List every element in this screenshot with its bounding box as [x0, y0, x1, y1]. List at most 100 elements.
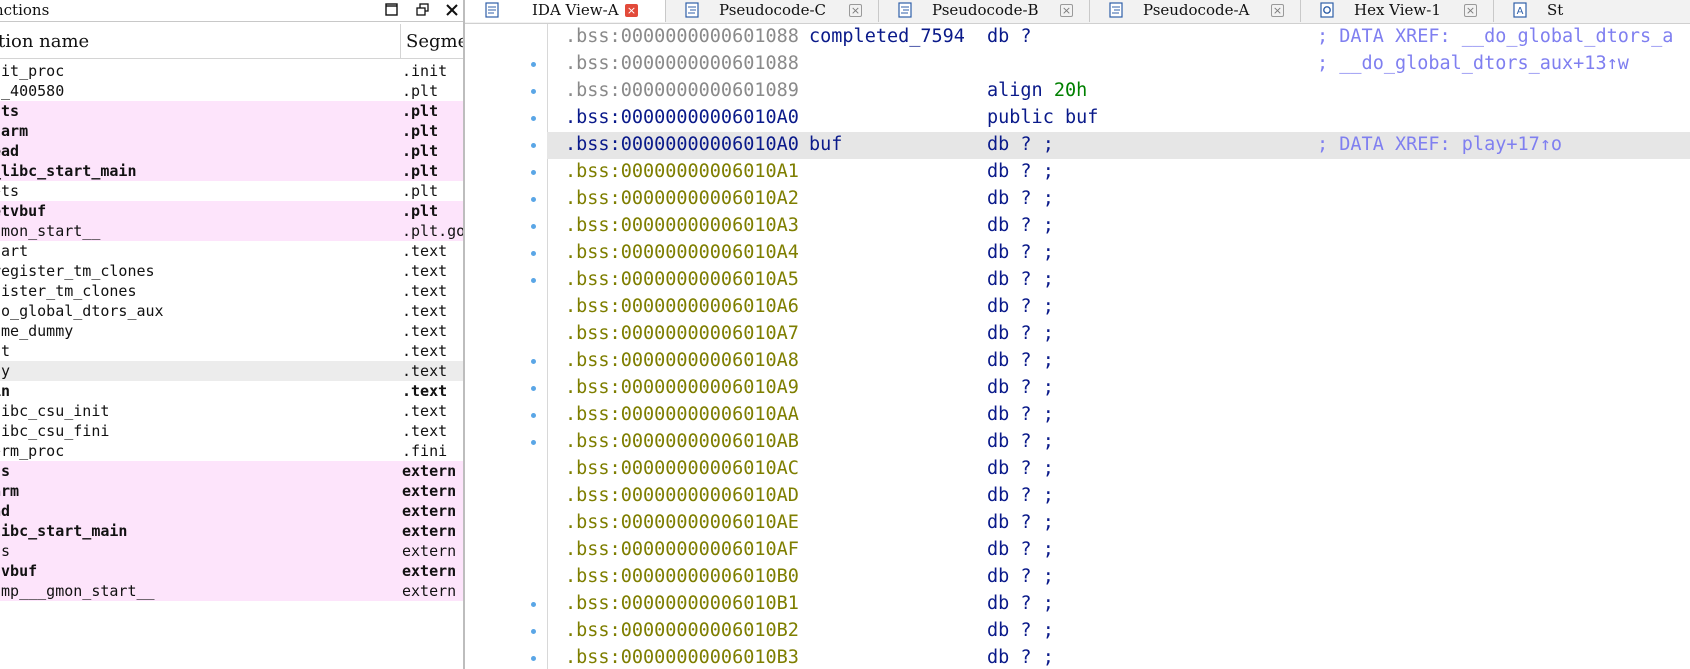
- code-line[interactable]: .bss:00000000006010B1 db ? ;: [547, 591, 1690, 618]
- function-segment: extern: [402, 562, 457, 580]
- code-line[interactable]: .bss:00000000006010A8 db ? ;: [547, 348, 1690, 375]
- close-tab-icon[interactable]: ×: [1464, 4, 1477, 17]
- function-row[interactable]: gmon_start__ .plt.go: [0, 221, 463, 241]
- code-line[interactable]: .bss:00000000006010A7 db ? ;: [547, 321, 1690, 348]
- function-row[interactable]: erm_proc .fini: [0, 441, 463, 461]
- close-icon[interactable]: [442, 0, 462, 20]
- code-address: .bss:00000000006010AC: [565, 458, 799, 479]
- code-address: .bss:00000000006010A2: [565, 188, 799, 209]
- functions-titlebar: nctions: [0, 0, 463, 22]
- function-row[interactable]: ay .text: [0, 361, 463, 381]
- function-name: tvbuf: [0, 562, 38, 580]
- function-row[interactable]: etvbuf .plt: [0, 201, 463, 221]
- code-label[interactable]: completed_7594: [809, 26, 965, 47]
- function-segment: .text: [402, 262, 448, 280]
- gutter-dot: [531, 413, 536, 418]
- tab-label: St: [1547, 1, 1564, 19]
- function-row[interactable]: libc_start_main extern: [0, 521, 463, 541]
- code-line[interactable]: .bss:0000000000601089 align 20h: [547, 78, 1690, 105]
- function-row[interactable]: tart .text: [0, 241, 463, 261]
- function-row[interactable]: uts .plt: [0, 101, 463, 121]
- code-line[interactable]: .bss:00000000006010A0 buf db ? ; ; DATA XRE…: [547, 132, 1690, 159]
- close-tab-icon[interactable]: ×: [1060, 4, 1073, 17]
- function-segment: .text: [402, 322, 448, 340]
- function-row[interactable]: libc_csu_init .text: [0, 401, 463, 421]
- code-instruction: public buf: [987, 107, 1099, 128]
- restore-icon[interactable]: [382, 0, 402, 20]
- strings-icon: A: [1513, 2, 1527, 18]
- code-instruction: db ? ;: [987, 566, 1054, 587]
- ida-view-a[interactable]: .bss:0000000000601088 completed_7594 db ?;…: [465, 24, 1690, 669]
- function-row[interactable]: gister_tm_clones .text: [0, 281, 463, 301]
- disassembly-listing[interactable]: .bss:0000000000601088 completed_7594 db ?;…: [547, 24, 1690, 669]
- function-row[interactable]: ts extern: [0, 541, 463, 561]
- code-instruction: db ? ;: [987, 323, 1054, 344]
- code-line[interactable]: .bss:00000000006010AF db ? ;: [547, 537, 1690, 564]
- close-tab-icon[interactable]: ×: [849, 4, 862, 17]
- tab-label: Pseudocode-B: [932, 1, 1039, 19]
- code-comment[interactable]: ; DATA XREF: play+17↑o: [1317, 134, 1562, 155]
- function-row[interactable]: imp___gmon_start__ extern: [0, 581, 463, 601]
- code-line[interactable]: .bss:00000000006010A4 db ? ;: [547, 240, 1690, 267]
- function-name: do_global_dtors_aux: [0, 302, 164, 320]
- tab-st[interactable]: A St: [1493, 0, 1690, 22]
- function-row[interactable]: arm extern: [0, 481, 463, 501]
- code-comment[interactable]: ; DATA XREF: __do_global_dtors_a: [1317, 26, 1673, 47]
- function-row[interactable]: libc_csu_fini .text: [0, 421, 463, 441]
- function-name: etvbuf: [0, 202, 47, 220]
- function-row[interactable]: ets .plt: [0, 181, 463, 201]
- column-divider[interactable]: [400, 24, 401, 58]
- code-line[interactable]: .bss:00000000006010A6 db ? ;: [547, 294, 1690, 321]
- tab-pseudocode-c[interactable]: Pseudocode-C ×: [665, 0, 879, 22]
- function-row[interactable]: larm .plt: [0, 121, 463, 141]
- function-row[interactable]: ead .plt: [0, 141, 463, 161]
- column-segment[interactable]: Segme: [406, 31, 463, 52]
- code-instruction: db ? ;: [987, 161, 1054, 182]
- tab-ida-view-a[interactable]: IDA View-A ×: [465, 0, 666, 22]
- code-line[interactable]: .bss:00000000006010A2 db ? ;: [547, 186, 1690, 213]
- tab-hex-view-1[interactable]: Hex View-1 ×: [1300, 0, 1494, 22]
- code-line[interactable]: .bss:00000000006010A1 db ? ;: [547, 159, 1690, 186]
- close-tab-icon[interactable]: ×: [1271, 4, 1284, 17]
- function-row[interactable]: in .text: [0, 381, 463, 401]
- function-row[interactable]: register_tm_clones .text: [0, 261, 463, 281]
- code-line[interactable]: .bss:00000000006010A3 db ? ;: [547, 213, 1690, 240]
- code-line[interactable]: .bss:00000000006010B0 db ? ;: [547, 564, 1690, 591]
- code-instruction: db ? ;: [987, 269, 1054, 290]
- code-line[interactable]: .bss:00000000006010AC db ? ;: [547, 456, 1690, 483]
- code-line[interactable]: .bss:0000000000601088 ; __do_global_dtors…: [547, 51, 1690, 78]
- code-address: .bss:00000000006010A3: [565, 215, 799, 236]
- code-line[interactable]: .bss:00000000006010B2 db ? ;: [547, 618, 1690, 645]
- tab-pseudocode-a[interactable]: Pseudocode-A ×: [1089, 0, 1301, 22]
- code-comment[interactable]: ; __do_global_dtors_aux+13↑w: [1317, 53, 1629, 74]
- code-line[interactable]: .bss:00000000006010A9 db ? ;: [547, 375, 1690, 402]
- function-row[interactable]: _libc_start_main .plt: [0, 161, 463, 181]
- tab-pseudocode-b[interactable]: Pseudocode-B ×: [878, 0, 1090, 22]
- gutter-dot: [531, 656, 536, 661]
- code-line[interactable]: .bss:00000000006010A0 public buf: [547, 105, 1690, 132]
- close-tab-icon[interactable]: ×: [625, 4, 638, 17]
- column-function-name[interactable]: tion name: [0, 31, 89, 52]
- float-icon[interactable]: [413, 0, 433, 20]
- pseudocode-icon: [898, 2, 912, 18]
- code-label[interactable]: buf: [809, 134, 842, 155]
- function-row[interactable]: ts extern: [0, 461, 463, 481]
- function-row[interactable]: ame_dummy .text: [0, 321, 463, 341]
- code-line[interactable]: .bss:00000000006010A5 db ? ;: [547, 267, 1690, 294]
- function-row[interactable]: do_global_dtors_aux .text: [0, 301, 463, 321]
- function-row[interactable]: o_400580 .plt: [0, 81, 463, 101]
- code-line[interactable]: .bss:0000000000601088 completed_7594 db ?;…: [547, 24, 1690, 51]
- code-line[interactable]: .bss:00000000006010AB db ? ;: [547, 429, 1690, 456]
- code-line[interactable]: .bss:00000000006010AD db ? ;: [547, 483, 1690, 510]
- function-segment: .text: [402, 362, 448, 380]
- code-line[interactable]: .bss:00000000006010AA db ? ;: [547, 402, 1690, 429]
- function-row[interactable]: nit_proc .init: [0, 61, 463, 81]
- code-line[interactable]: .bss:00000000006010B3 db ? ;: [547, 645, 1690, 669]
- function-row[interactable]: ad extern: [0, 501, 463, 521]
- function-name: libc_csu_init: [0, 402, 110, 420]
- function-row[interactable]: tvbuf extern: [0, 561, 463, 581]
- code-line[interactable]: .bss:00000000006010AE db ? ;: [547, 510, 1690, 537]
- function-row[interactable]: it .text: [0, 341, 463, 361]
- function-name: in: [0, 382, 11, 400]
- code-instruction: db ? ;: [987, 431, 1054, 452]
